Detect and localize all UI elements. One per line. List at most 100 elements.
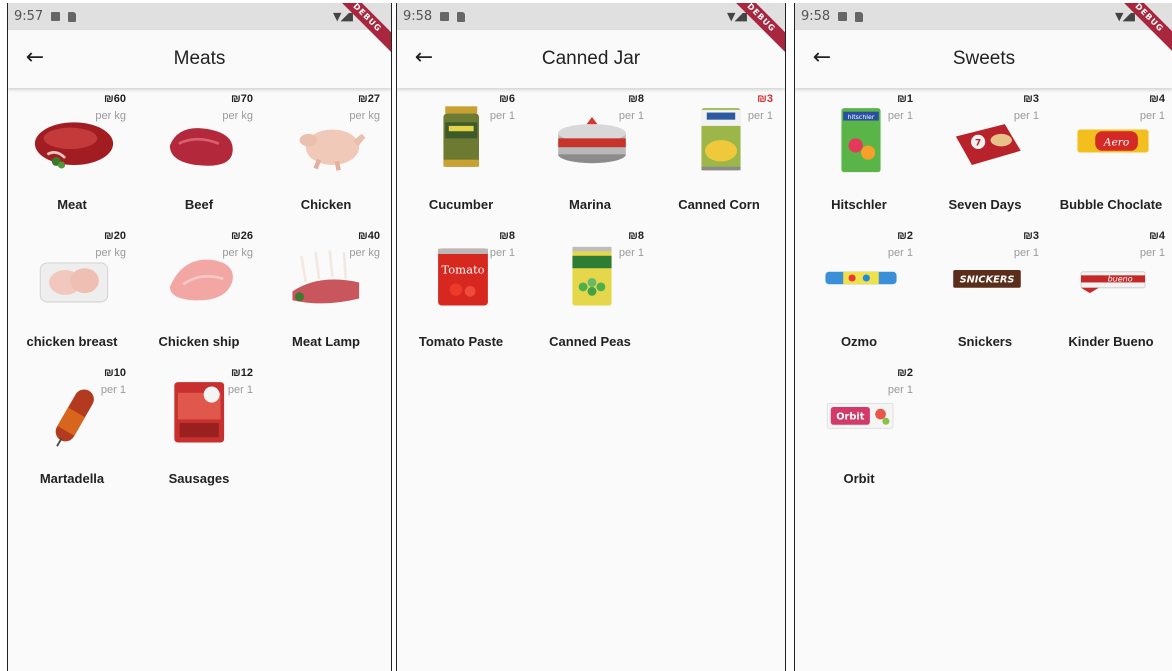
product-price: ₪6 bbox=[499, 93, 515, 105]
product-name: Bubble Choclate bbox=[1059, 197, 1163, 212]
product-price: ₪20 bbox=[104, 230, 126, 242]
product-unit: per 1 bbox=[747, 110, 773, 122]
product-tile[interactable]: ₪10 per 1 Martadella bbox=[8, 365, 136, 501]
app-bar: Canned Jar ← bbox=[397, 30, 785, 88]
product-tile[interactable]: 7 ₪3 per 1 Seven Days bbox=[921, 91, 1049, 227]
product-unit: per 1 bbox=[227, 384, 253, 396]
product-price: ₪3 bbox=[757, 93, 773, 105]
product-tile[interactable]: ₪40 per kg Meat Lamp bbox=[262, 228, 390, 364]
product-unit: per kg bbox=[349, 247, 380, 259]
status-time: 9:58 bbox=[801, 9, 831, 24]
wifi-signal-battery-icon: ▼◢▮ bbox=[1115, 10, 1136, 23]
product-tile[interactable]: Aero ₪4 per 1 Bubble Choclate bbox=[1047, 91, 1172, 227]
sim-card-icon bbox=[68, 11, 77, 22]
product-unit: per 1 bbox=[1139, 247, 1165, 259]
product-price: ₪4 bbox=[1149, 93, 1165, 105]
product-price: ₪4 bbox=[1149, 230, 1165, 242]
sim-card-icon bbox=[457, 11, 466, 22]
product-unit: per 1 bbox=[887, 110, 913, 122]
product-price: ₪1 bbox=[897, 93, 913, 105]
back-arrow-icon[interactable]: ← bbox=[411, 42, 437, 74]
product-name: Meat bbox=[57, 197, 87, 212]
product-tile[interactable]: ₪60 per kg Meat bbox=[8, 91, 136, 227]
product-name: Seven Days bbox=[948, 197, 1022, 212]
product-name: Meat Lamp bbox=[292, 334, 360, 349]
svg-text:Tomato: Tomato bbox=[441, 263, 484, 277]
product-tile[interactable]: bueno ₪4 per 1 Kinder Bueno bbox=[1047, 228, 1172, 364]
sweets-screen: 9:58 ▼◢▮ DEBUG Sweets ← hitschler ₪1 per 1… bbox=[794, 3, 1172, 671]
product-price: ₪27 bbox=[358, 93, 380, 105]
product-name: Marina bbox=[569, 197, 611, 212]
app-bar: Meats ← bbox=[8, 30, 391, 88]
product-name: Canned Peas bbox=[549, 334, 631, 349]
product-price: ₪40 bbox=[358, 230, 380, 242]
product-price: ₪8 bbox=[628, 93, 644, 105]
sim-card-icon bbox=[855, 11, 864, 22]
back-arrow-icon[interactable]: ← bbox=[809, 42, 835, 74]
status-bar: 9:58 ▼◢▮ bbox=[397, 3, 785, 30]
product-tile[interactable]: Tomato ₪8 per 1 Tomato Paste bbox=[397, 228, 525, 364]
product-tile[interactable]: ₪27 per kg Chicken bbox=[262, 91, 390, 227]
product-tile[interactable]: ₪3 per 1 Canned Corn bbox=[655, 91, 783, 227]
status-time: 9:57 bbox=[14, 9, 44, 24]
product-price: ₪10 bbox=[104, 367, 126, 379]
meats-screen: 9:57 ▼◢▮ DEBUG Meats ← ₪60 per kg Meat ₪70 p… bbox=[7, 3, 392, 671]
product-unit: per 1 bbox=[887, 247, 913, 259]
product-price: ₪12 bbox=[231, 367, 253, 379]
product-name: Chicken bbox=[300, 197, 352, 212]
product-price: ₪3 bbox=[1023, 230, 1039, 242]
product-unit: per 1 bbox=[489, 247, 515, 259]
product-name: Orbit bbox=[843, 471, 875, 486]
notification-icon bbox=[51, 12, 61, 21]
wifi-signal-battery-icon: ▼◢▮ bbox=[727, 10, 748, 23]
status-time: 9:58 bbox=[403, 9, 433, 24]
product-unit: per 1 bbox=[1013, 110, 1039, 122]
product-name: Cucumber bbox=[428, 197, 494, 212]
product-tile[interactable]: ₪70 per kg Beef bbox=[135, 91, 263, 227]
product-name: Tomato Paste bbox=[418, 334, 504, 349]
product-tile[interactable]: Orbit ₪2 per 1 Orbit bbox=[795, 365, 923, 501]
product-unit: per kg bbox=[222, 110, 253, 122]
product-name: Snickers bbox=[957, 334, 1013, 349]
product-price: ₪8 bbox=[628, 230, 644, 242]
status-bar: 9:58 ▼◢▮ bbox=[795, 3, 1172, 30]
product-tile[interactable]: ₪8 per 1 Marina bbox=[526, 91, 654, 227]
product-tile[interactable]: ₪12 per 1 Sausages bbox=[135, 365, 263, 501]
product-name: Martadella bbox=[39, 471, 105, 486]
product-name: Beef bbox=[184, 197, 214, 212]
product-unit: per 1 bbox=[1139, 110, 1165, 122]
product-name: Chicken ship bbox=[158, 334, 240, 349]
product-tile[interactable]: ₪6 per 1 Cucumber bbox=[397, 91, 525, 227]
svg-text:Aero: Aero bbox=[1103, 135, 1130, 148]
product-name: Ozmo bbox=[840, 334, 878, 349]
svg-text:SNICKERS: SNICKERS bbox=[960, 274, 1015, 285]
product-price: ₪70 bbox=[231, 93, 253, 105]
product-name: Kinder Bueno bbox=[1068, 334, 1154, 349]
product-tile[interactable]: hitschler ₪1 per 1 Hitschler bbox=[795, 91, 923, 227]
product-unit: per 1 bbox=[489, 110, 515, 122]
product-unit: per 1 bbox=[1013, 247, 1039, 259]
product-price: ₪60 bbox=[104, 93, 126, 105]
canned-jar-screen: 9:58 ▼◢▮ DEBUG Canned Jar ← ₪6 per 1 Cucum… bbox=[396, 3, 786, 671]
product-price: ₪2 bbox=[897, 230, 913, 242]
product-price: ₪8 bbox=[499, 230, 515, 242]
page-title: Meats bbox=[173, 48, 226, 69]
svg-text:Orbit: Orbit bbox=[836, 411, 864, 422]
product-unit: per 1 bbox=[887, 384, 913, 396]
product-unit: per kg bbox=[95, 247, 126, 259]
page-title: Canned Jar bbox=[541, 48, 641, 69]
product-tile[interactable]: ₪26 per kg Chicken ship bbox=[135, 228, 263, 364]
svg-text:hitschler: hitschler bbox=[848, 114, 875, 121]
back-arrow-icon[interactable]: ← bbox=[22, 42, 48, 74]
page-title: Sweets bbox=[952, 48, 1016, 69]
product-tile[interactable]: SNICKERS ₪3 per 1 Snickers bbox=[921, 228, 1049, 364]
app-bar: Sweets ← bbox=[795, 30, 1172, 88]
notification-icon bbox=[838, 12, 848, 21]
product-tile[interactable]: ₪20 per kg chicken breast bbox=[8, 228, 136, 364]
product-unit: per kg bbox=[222, 247, 253, 259]
product-tile[interactable]: ₪2 per 1 Ozmo bbox=[795, 228, 923, 364]
product-unit: per 1 bbox=[100, 384, 126, 396]
svg-text:7: 7 bbox=[975, 138, 981, 148]
product-tile[interactable]: ₪8 per 1 Canned Peas bbox=[526, 228, 654, 364]
status-bar: 9:57 ▼◢▮ bbox=[8, 3, 391, 30]
